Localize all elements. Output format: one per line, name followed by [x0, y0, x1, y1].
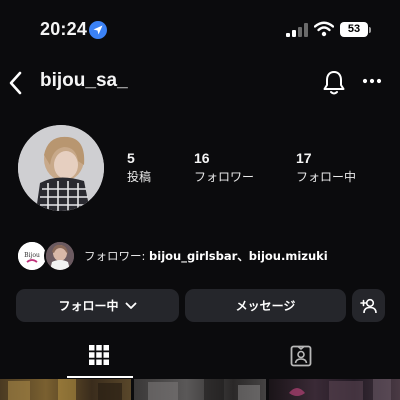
mutual-followers-text[interactable]: フォロワー: bijou_girlsbar、bijou.mizuki: [84, 248, 328, 264]
following-button[interactable]: フォロー中: [16, 289, 179, 322]
mutual-followers-avatars[interactable]: Bijou: [16, 240, 78, 272]
post-thumbnail-2[interactable]: [134, 379, 266, 400]
stat-following[interactable]: 17 フォロー中: [296, 150, 356, 185]
following-label: フォロー中: [296, 170, 357, 184]
posts-grid: [0, 379, 400, 400]
active-tab-indicator: [67, 376, 133, 378]
tab-tagged[interactable]: [290, 345, 312, 371]
following-button-label: フォロー中: [58, 299, 119, 313]
followers-count: 16: [194, 150, 210, 166]
stat-posts: 5 投稿: [127, 150, 151, 185]
mutual-avatar-2: [44, 240, 76, 272]
back-chevron-icon[interactable]: [8, 70, 24, 96]
stat-followers[interactable]: 16 フォロワー: [194, 150, 254, 185]
posts-count: 5: [127, 150, 135, 166]
more-options-icon[interactable]: [362, 78, 382, 84]
post-thumbnail-3[interactable]: [269, 379, 400, 400]
add-person-icon: [359, 298, 377, 313]
mutual-followers-prefix: フォロワー:: [84, 249, 150, 263]
profile-avatar[interactable]: [18, 125, 104, 211]
mini-avatar-logo-text: Bijou: [24, 252, 40, 259]
wifi-icon: [314, 21, 334, 37]
chevron-down-icon: [125, 302, 136, 309]
status-bar: 20:24 53: [0, 0, 400, 54]
post-thumbnail-1[interactable]: [0, 379, 131, 400]
following-count: 17: [296, 150, 312, 166]
profile-username: bijou_sa_: [40, 70, 128, 91]
tagged-person-icon: [290, 345, 312, 367]
message-button[interactable]: メッセージ: [185, 289, 346, 322]
cellular-signal-icon: [286, 23, 308, 37]
battery-tip: [369, 27, 371, 33]
followers-label: フォロワー: [194, 170, 255, 184]
suggested-users-button[interactable]: [352, 289, 385, 322]
bell-icon[interactable]: [322, 70, 346, 96]
status-time: 20:24: [40, 19, 88, 39]
message-button-label: メッセージ: [235, 299, 296, 313]
mutual-followers-names: bijou_girlsbar、bijou.mizuki: [149, 249, 328, 263]
location-arrow-icon: [89, 21, 107, 39]
battery-indicator: 53: [340, 22, 368, 37]
tab-posts-grid[interactable]: [89, 345, 109, 369]
posts-label: 投稿: [127, 170, 152, 184]
grid-icon: [89, 345, 109, 365]
